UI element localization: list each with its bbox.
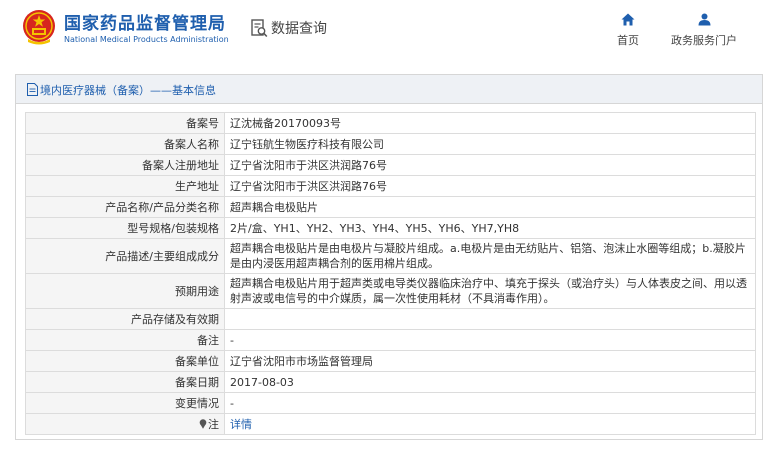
- field-label: 备案单位: [25, 350, 225, 372]
- field-value: 详情: [224, 413, 756, 435]
- field-value: 辽宁省沈阳市于洪区洪润路76号: [224, 175, 756, 197]
- breadcrumb: 境内医疗器械（备案）——基本信息: [40, 84, 216, 97]
- table-row: 注 详情: [25, 413, 756, 435]
- field-value: 2017-08-03: [224, 371, 756, 393]
- table-row: 备案人名称 辽宁钰航生物医疗科技有限公司: [25, 133, 756, 155]
- nav-home-label: 首页: [617, 34, 639, 47]
- panel-header: 境内医疗器械（备案）——基本信息: [16, 75, 762, 104]
- field-value: 辽宁省沈阳市市场监督管理局: [224, 350, 756, 372]
- field-value: 辽宁钰航生物医疗科技有限公司: [224, 133, 756, 155]
- info-table: 备案号 辽沈械备20170093号 备案人名称 辽宁钰航生物医疗科技有限公司 备…: [25, 112, 756, 435]
- field-label: 产品名称/产品分类名称: [25, 196, 225, 218]
- field-value: 超声耦合电极贴片用于超声类或电导类仪器临床治疗中、填充于探头（或治疗头）与人体表…: [224, 273, 756, 309]
- nav-service-label: 政务服务门户: [671, 34, 737, 47]
- field-label-note: 注: [25, 413, 225, 435]
- table-row: 生产地址 辽宁省沈阳市于洪区洪润路76号: [25, 175, 756, 197]
- field-label: 生产地址: [25, 175, 225, 197]
- field-label: 型号规格/包装规格: [25, 217, 225, 239]
- home-icon: [621, 13, 635, 26]
- table-row: 备案号 辽沈械备20170093号: [25, 112, 756, 134]
- field-label: 变更情况: [25, 392, 225, 414]
- table-row: 备案人注册地址 辽宁省沈阳市于洪区洪润路76号: [25, 154, 756, 176]
- field-label: 备案人名称: [25, 133, 225, 155]
- field-value: 辽宁省沈阳市于洪区洪润路76号: [224, 154, 756, 176]
- field-label: 预期用途: [25, 273, 225, 309]
- basic-info-panel: 境内医疗器械（备案）——基本信息 备案号 辽沈械备20170093号 备案人名称…: [15, 74, 763, 440]
- table-row: 产品描述/主要组成成分 超声耦合电极贴片是由电极片与凝胶片组成。a.电极片是由无…: [25, 238, 756, 274]
- national-emblem-icon: [23, 10, 55, 45]
- table-row: 型号规格/包装规格 2片/盒、YH1、YH2、YH3、YH4、YH5、YH6、Y…: [25, 217, 756, 239]
- table-row: 变更情况 -: [25, 392, 756, 414]
- field-label: 备案人注册地址: [25, 154, 225, 176]
- detail-link[interactable]: 详情: [230, 418, 252, 431]
- site-title-english: National Medical Products Administration: [64, 35, 229, 44]
- table-row: 产品名称/产品分类名称 超声耦合电极贴片: [25, 196, 756, 218]
- pin-icon: [199, 418, 207, 429]
- field-label: 备案日期: [25, 371, 225, 393]
- table-row: 备注 -: [25, 329, 756, 351]
- field-label: 产品描述/主要组成成分: [25, 238, 225, 274]
- field-value: [224, 308, 756, 330]
- nav-service-portal[interactable]: 政务服务门户: [664, 13, 744, 48]
- table-row: 备案日期 2017-08-03: [25, 371, 756, 393]
- nav-home[interactable]: 首页: [610, 13, 646, 48]
- field-label: 产品存储及有效期: [25, 308, 225, 330]
- document-icon: [27, 83, 38, 96]
- site-header: 国家药品监督管理局 National Medical Products Admi…: [0, 0, 764, 62]
- note-label: 注: [208, 417, 219, 431]
- page-title: 数据查询: [271, 21, 327, 37]
- table-row: 备案单位 辽宁省沈阳市市场监督管理局: [25, 350, 756, 372]
- field-value: 2片/盒、YH1、YH2、YH3、YH4、YH5、YH6、YH7,YH8: [224, 217, 756, 239]
- field-value: 超声耦合电极贴片是由电极片与凝胶片组成。a.电极片是由无纺贴片、铝箔、泡沫止水圈…: [224, 238, 756, 274]
- field-value: -: [224, 329, 756, 351]
- search-document-icon: [251, 19, 268, 38]
- table-row: 产品存储及有效期: [25, 308, 756, 330]
- user-icon: [698, 13, 710, 26]
- field-label: 备注: [25, 329, 225, 351]
- field-label: 备案号: [25, 112, 225, 134]
- table-row: 预期用途 超声耦合电极贴片用于超声类或电导类仪器临床治疗中、填充于探头（或治疗头…: [25, 273, 756, 309]
- field-value: -: [224, 392, 756, 414]
- field-value: 超声耦合电极贴片: [224, 196, 756, 218]
- site-title: 国家药品监督管理局: [64, 14, 226, 34]
- field-value: 辽沈械备20170093号: [224, 112, 756, 134]
